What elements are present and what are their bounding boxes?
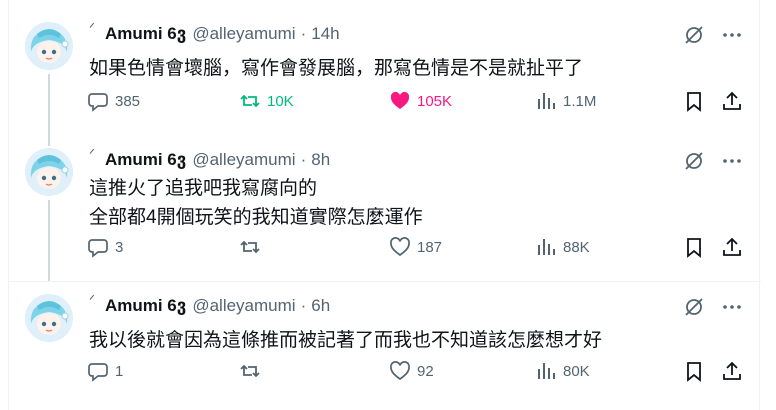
retweet-button[interactable] (239, 236, 267, 258)
thread-line (48, 136, 50, 146)
timestamp[interactable]: 14h (311, 24, 339, 44)
handle[interactable]: @alleyamumi (192, 24, 295, 44)
heart-icon (390, 91, 410, 109)
grok-icon[interactable] (683, 150, 705, 172)
separator: · (300, 150, 307, 169)
tweet-1[interactable]: ᐟ Amumi 6ვ @alleyamumi · 14h 如果色情會壞腦，寫作會… (9, 10, 761, 140)
share-icon (723, 91, 741, 110)
tweet-text: 我以後就會因為這條推而被記著了而我也不知道該怎麼想才好 (89, 326, 602, 355)
like-button[interactable]: 187 (389, 236, 442, 258)
reply-icon (88, 363, 108, 382)
tweet-header: ᐟ Amumi 6ვ @alleyamumi · 8h (89, 146, 330, 170)
tweet-text-line: 全部都4開個玩笑的我知道實際怎麼運作 (89, 207, 423, 228)
tweet-header: ᐟ Amumi 6ვ @alleyamumi · 6h (89, 292, 330, 316)
bookmark-button[interactable] (683, 236, 705, 258)
more-icon[interactable] (721, 150, 743, 172)
views-icon (538, 93, 555, 109)
retweet-count: 10K (267, 92, 294, 110)
thread-line (48, 200, 50, 281)
views-icon (538, 363, 555, 379)
views-button[interactable]: 88K (535, 236, 590, 258)
tweet-text-line: 我以後就會因為這條推而被記著了而我也不知道該怎麼想才好 (89, 330, 603, 351)
like-button[interactable]: 105K (389, 90, 452, 112)
tweet-3[interactable]: ᐟ Amumi 6ვ @alleyamumi · 6h 我以後就會因為這條推而被… (9, 281, 761, 410)
like-count: 187 (417, 238, 443, 256)
reply-count: 3 (115, 238, 124, 256)
avatar[interactable] (25, 294, 73, 342)
avatar[interactable] (25, 22, 73, 70)
views-count: 88K (563, 238, 590, 256)
reply-button[interactable]: 3 (87, 236, 123, 258)
views-count: 80K (563, 362, 590, 380)
avatar[interactable] (25, 148, 73, 196)
grok-icon[interactable] (683, 24, 705, 46)
heart-icon (390, 361, 410, 381)
share-icon (723, 361, 741, 380)
tweet-text: 這推火了追我吧我寫腐向的 全部都4開個玩笑的我知道實際怎麼運作 (89, 174, 423, 232)
action-bar: 3 187 88K (87, 236, 747, 264)
handle[interactable]: @alleyamumi (192, 296, 295, 316)
more-icon[interactable] (721, 24, 743, 46)
views-button[interactable]: 1.1M (535, 90, 596, 112)
bookmark-icon (687, 238, 701, 258)
retweet-button[interactable] (239, 360, 267, 382)
grok-icon[interactable] (683, 296, 705, 318)
tweet-text-line: 如果色情會壞腦，寫作會發展腦，那寫色情是不是就扯平了 (89, 58, 584, 79)
share-icon (723, 237, 741, 256)
like-button[interactable]: 92 (389, 360, 434, 382)
badge-icon: ᐟ (89, 292, 95, 308)
like-count: 92 (417, 362, 434, 380)
tweet-text: 如果色情會壞腦，寫作會發展腦，那寫色情是不是就扯平了 (89, 54, 583, 83)
retweet-button[interactable]: 10K (239, 90, 294, 112)
tweet-header: ᐟ Amumi 6ვ @alleyamumi · 14h (89, 20, 340, 44)
timeline: ᐟ Amumi 6ვ @alleyamumi · 14h 如果色情會壞腦，寫作會… (8, 0, 761, 410)
views-count: 1.1M (563, 92, 597, 110)
retweet-icon (240, 364, 260, 378)
timestamp[interactable]: 8h (311, 150, 330, 170)
reply-button[interactable]: 385 (87, 90, 140, 112)
tweet-text-line: 這推火了追我吧我寫腐向的 (89, 178, 318, 199)
display-name[interactable]: Amumi 6ვ (105, 150, 186, 170)
bookmark-icon (687, 92, 701, 112)
display-name[interactable]: Amumi 6ვ (105, 296, 186, 316)
tweet-2[interactable]: ᐟ Amumi 6ვ @alleyamumi · 8h 這推火了追我吧我寫腐向的… (9, 136, 761, 281)
bookmark-button[interactable] (683, 360, 705, 382)
bookmark-icon (687, 362, 701, 382)
reply-button[interactable]: 1 (87, 360, 123, 382)
separator: · (300, 24, 307, 43)
reply-icon (88, 239, 108, 258)
action-bar: 385 10K 105K 1.1M (87, 90, 747, 118)
reply-count: 1 (115, 362, 124, 380)
views-icon (538, 239, 555, 255)
action-bar: 1 92 80K (87, 360, 747, 388)
handle[interactable]: @alleyamumi (192, 150, 295, 170)
reply-count: 385 (115, 92, 141, 110)
retweet-icon (240, 94, 260, 108)
bookmark-button[interactable] (683, 90, 705, 112)
reply-icon (88, 93, 108, 112)
retweet-icon (240, 240, 260, 254)
badge-icon: ᐟ (89, 146, 95, 162)
share-button[interactable] (721, 236, 743, 258)
share-button[interactable] (721, 90, 743, 112)
more-icon[interactable] (721, 296, 743, 318)
timestamp[interactable]: 6h (311, 296, 330, 316)
badge-icon: ᐟ (89, 20, 95, 36)
heart-icon (390, 237, 410, 257)
thread-line (48, 74, 50, 140)
views-button[interactable]: 80K (535, 360, 590, 382)
share-button[interactable] (721, 360, 743, 382)
display-name[interactable]: Amumi 6ვ (105, 24, 186, 44)
like-count: 105K (417, 92, 453, 110)
separator: · (300, 296, 307, 315)
